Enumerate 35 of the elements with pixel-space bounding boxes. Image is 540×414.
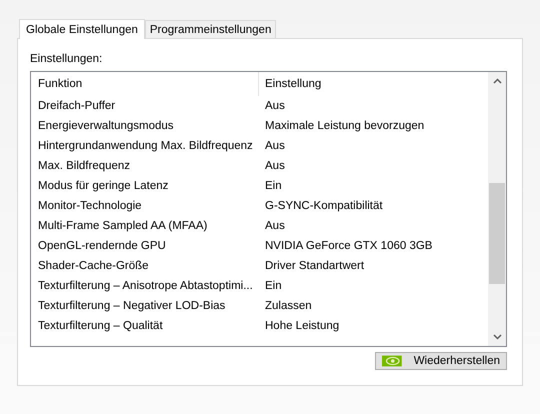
- table-cell-text: Hintergrundanwendung Max. Bildfrequenz: [37, 139, 254, 154]
- table-cell-text: NVIDIA GeForce GTX 1060 3GB: [264, 239, 432, 254]
- table-cell-text: Ein: [264, 279, 282, 294]
- table-cell-text: Zulassen: [264, 299, 312, 314]
- table-cell-text: Hohe Leistung: [264, 319, 340, 334]
- scroll-up-icon[interactable]: [492, 78, 502, 84]
- restore-button[interactable]: Wiederherstellen: [375, 352, 507, 370]
- table-cell-text: Aus: [264, 159, 285, 174]
- table-cell-text: Multi-Frame Sampled AA (MFAA): [37, 219, 208, 234]
- table-cell-text: Texturfilterung – Anisotrope Abtastoptimi...: [37, 279, 254, 294]
- table-cell-text: Maximale Leistung bevorzugen: [264, 119, 424, 134]
- column-header[interactable]: Funktion: [31, 72, 259, 96]
- table-cell-text: Aus: [264, 99, 285, 114]
- table-cell-text: Modus für geringe Latenz: [37, 179, 170, 194]
- table-cell-text: Aus: [264, 139, 285, 154]
- table-cell-text: Max. Bildfrequenz: [37, 159, 132, 174]
- settings-label: Einstellungen:: [30, 52, 104, 67]
- table-cell-text: Aus: [264, 219, 285, 234]
- table-cell-text: Energieverwaltungsmodus: [37, 119, 175, 134]
- table-cell-text: Shader-Cache-Größe: [37, 259, 150, 274]
- scrollbar[interactable]: [488, 72, 506, 346]
- table-cell-text: Texturfilterung – Qualität: [37, 319, 164, 334]
- table-cell-text: Texturfilterung – Negativer LOD-Bias: [37, 299, 226, 314]
- table-cell-text: Monitor-Technologie: [37, 199, 143, 214]
- eye-logo-icon: [382, 355, 402, 367]
- table-cell-text: OpenGL-rendernde GPU: [37, 239, 167, 254]
- scrollbar-thumb[interactable]: [489, 183, 505, 284]
- table-cell-text: Driver Standartwert: [264, 259, 364, 274]
- scroll-down-icon[interactable]: [492, 334, 502, 340]
- tab[interactable]: Globale Einstellungen: [19, 19, 145, 39]
- table-cell-text: Ein: [264, 179, 282, 194]
- table-cell-text: G-SYNC-Kompatibilität: [264, 199, 383, 214]
- table-cell-text: Dreifach-Puffer: [37, 99, 116, 114]
- tab[interactable]: Programmeinstellungen: [144, 20, 276, 38]
- column-header[interactable]: Einstellung: [259, 72, 322, 96]
